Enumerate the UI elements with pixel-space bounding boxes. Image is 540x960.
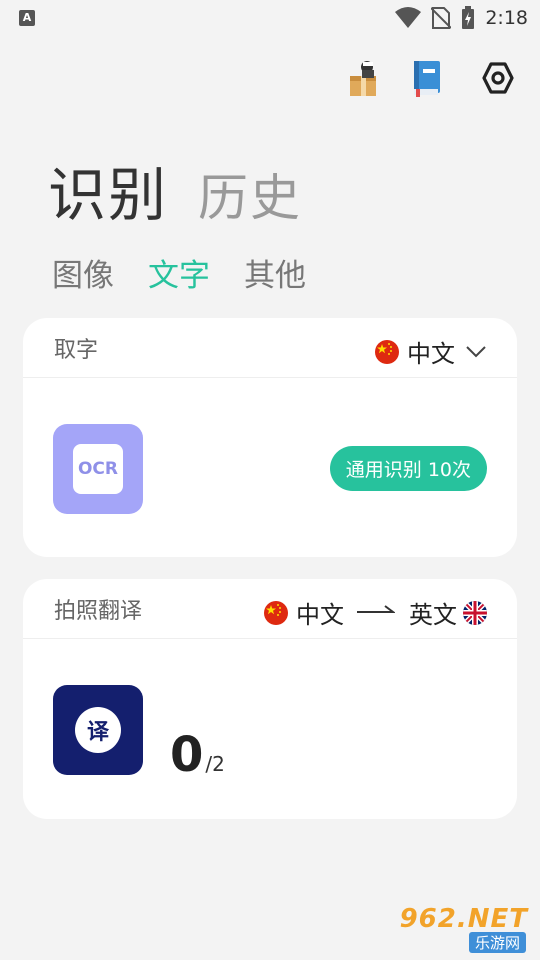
ocr-card-header: 取字 中文 xyxy=(23,318,517,378)
ocr-card[interactable]: 取字 中文 OCR 通用识别 10次 xyxy=(23,318,517,557)
ocr-card-title: 取字 xyxy=(54,338,99,363)
target-language-label: 英文 xyxy=(409,601,457,629)
china-flag-icon xyxy=(375,339,399,364)
source-language-select[interactable]: 中文 xyxy=(264,595,344,630)
book-icon[interactable] xyxy=(404,56,448,100)
ocr-button[interactable]: OCR xyxy=(53,424,143,514)
tab-image[interactable]: 图像 xyxy=(52,250,114,295)
tab-other[interactable]: 其他 xyxy=(244,250,306,295)
notification-icon: A xyxy=(19,10,35,26)
arrow-right-icon[interactable] xyxy=(357,604,395,614)
ocr-icon: OCR xyxy=(73,444,123,494)
source-language-label: 中文 xyxy=(296,601,344,629)
translate-button[interactable]: 译 xyxy=(53,685,143,775)
translate-card-title: 拍照翻译 xyxy=(54,599,143,624)
no-sim-icon xyxy=(431,7,452,29)
translate-card-header: 拍照翻译 中文 英文 xyxy=(23,579,517,639)
wifi-icon xyxy=(395,7,422,28)
status-time: 2:18 xyxy=(485,7,528,29)
usage-count: 0 xyxy=(170,727,204,783)
chevron-down-icon xyxy=(466,345,486,357)
ocr-language-label: 中文 xyxy=(407,340,455,368)
settings-icon[interactable] xyxy=(476,56,520,100)
target-language-select[interactable]: 英文 xyxy=(409,595,487,630)
status-icons: 2:18 xyxy=(395,6,528,30)
watermark-site: 962.NET xyxy=(399,904,528,934)
usage-total: /2 xyxy=(205,752,225,776)
tab-text[interactable]: 文字 xyxy=(148,250,210,295)
page-title-recognize[interactable]: 识别 xyxy=(48,148,168,232)
category-tabs: 图像 文字 其他 xyxy=(52,250,306,295)
ocr-language-select[interactable]: 中文 xyxy=(375,334,487,369)
store-icon[interactable] xyxy=(342,56,386,100)
watermark-name: 乐游网 xyxy=(468,932,526,953)
page-header: 识别 历史 xyxy=(48,148,302,232)
china-flag-icon xyxy=(264,600,288,625)
usage-counter: 0 /2 xyxy=(170,727,225,783)
battery-charging-icon xyxy=(462,6,475,29)
status-bar: A 2:18 xyxy=(0,0,540,36)
translate-icon: 译 xyxy=(75,707,121,753)
watermark-logo: 962.NET 乐游网 xyxy=(398,904,534,954)
general-recognition-badge[interactable]: 通用识别 10次 xyxy=(329,446,487,491)
page-title-history[interactable]: 历史 xyxy=(198,158,302,230)
photo-translate-card[interactable]: 拍照翻译 中文 英文 译 0 /2 xyxy=(23,579,517,819)
uk-flag-icon xyxy=(463,600,487,625)
